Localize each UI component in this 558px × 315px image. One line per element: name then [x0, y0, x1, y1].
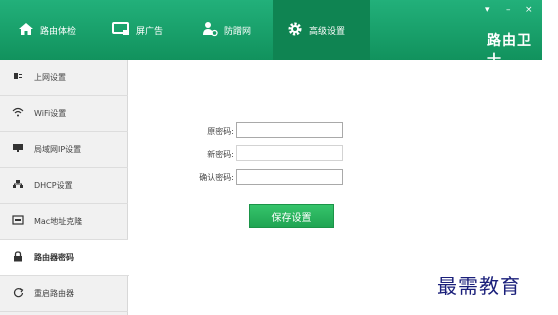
new-password-field[interactable] — [236, 145, 343, 161]
user-block-icon — [202, 21, 218, 40]
sidebar-item-router-password[interactable]: 路由器密码 — [0, 240, 129, 276]
sidebar-item-mac-clone[interactable]: Mac地址克隆 — [0, 204, 128, 240]
sidebar-item-label: 上网设置 — [34, 73, 66, 82]
gear-icon — [287, 21, 303, 40]
minimize-button[interactable]: – — [506, 6, 511, 15]
menu-dropdown-icon[interactable]: ▾ — [485, 6, 490, 15]
dhcp-icon — [12, 179, 24, 192]
plug-icon — [12, 71, 24, 84]
sidebar-item-internet-settings[interactable]: 上网设置 — [0, 60, 128, 96]
home-icon — [18, 22, 34, 39]
brand-title: 路由卫士 — [487, 33, 532, 69]
lock-icon — [12, 250, 24, 265]
sidebar-item-label: 重启路由器 — [34, 289, 74, 298]
sidebar-item-label: Mac地址克隆 — [34, 217, 83, 226]
confirm-password-label: 确认密码: — [199, 173, 234, 182]
sidebar-item-label: DHCP设置 — [34, 181, 73, 190]
wifi-icon — [12, 107, 24, 120]
tab-block-ads[interactable]: 屏广告 — [112, 0, 163, 60]
new-password-label: 新密码: — [207, 150, 234, 159]
save-settings-button[interactable]: 保存设置 — [249, 204, 334, 228]
tab-label: 高级设置 — [309, 26, 346, 37]
sidebar: 上网设置 WiFi设置 局域网IP设置 DHCP设置 Mac地址克隆 路由器密码 — [0, 60, 129, 315]
tab-router-check[interactable]: 路由体检 — [18, 0, 76, 60]
old-password-label: 原密码: — [207, 127, 234, 136]
monitor-icon — [112, 21, 130, 39]
sidebar-item-lan-ip-settings[interactable]: 局域网IP设置 — [0, 132, 128, 168]
tab-label: 防蹭网 — [224, 26, 252, 37]
tab-label: 屏广告 — [136, 26, 164, 37]
mac-icon — [12, 215, 24, 228]
tab-advanced-settings[interactable]: 高级设置 — [273, 0, 370, 60]
old-password-field[interactable] — [236, 122, 343, 138]
sidebar-item-label: WiFi设置 — [34, 109, 67, 118]
sidebar-item-wifi-settings[interactable]: WiFi设置 — [0, 96, 128, 132]
confirm-password-field[interactable] — [236, 169, 343, 185]
watermark-text: 最需教育 — [437, 274, 521, 298]
sidebar-item-restart-router[interactable]: 重启路由器 — [0, 276, 128, 312]
sidebar-item-dhcp-settings[interactable]: DHCP设置 — [0, 168, 128, 204]
restart-icon — [12, 287, 24, 301]
close-button[interactable]: × — [525, 6, 533, 15]
sidebar-item-label: 路由器密码 — [34, 253, 74, 262]
sidebar-item-label: 局域网IP设置 — [34, 145, 82, 154]
tab-anti-leech[interactable]: 防蹭网 — [202, 0, 251, 60]
top-bar: 路由体检 屏广告 防蹭网 高级设置 ▾ – × 路由卫士 — [0, 0, 542, 69]
tab-label: 路由体检 — [40, 26, 77, 37]
window-edge — [542, 0, 558, 315]
lan-icon — [12, 143, 24, 156]
